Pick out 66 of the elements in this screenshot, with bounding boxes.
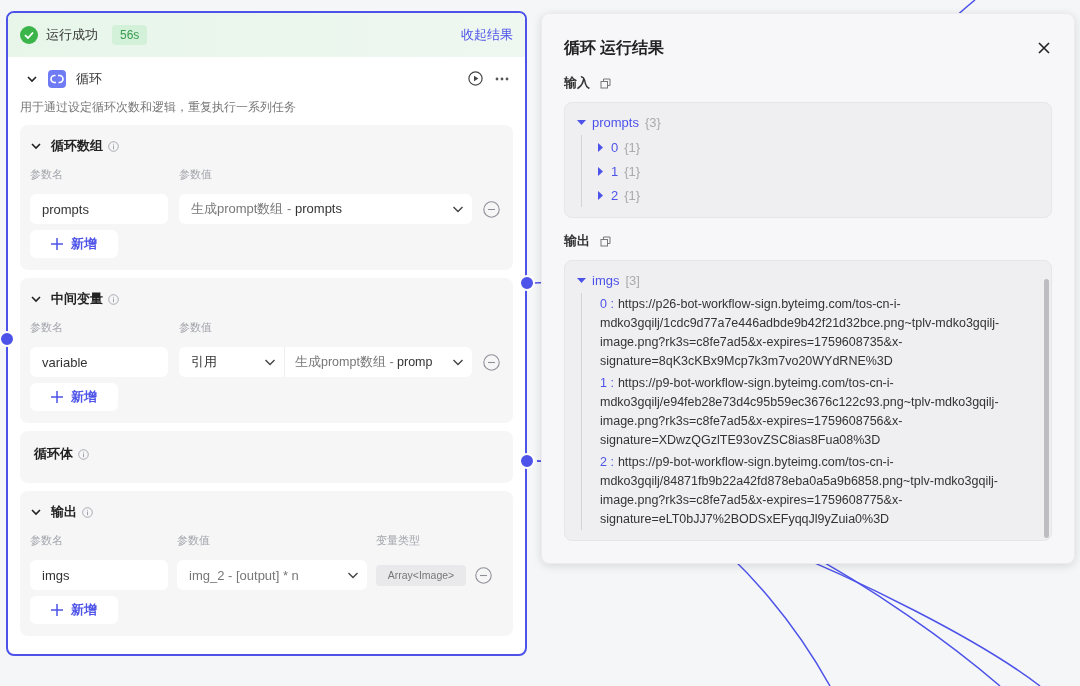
duration-badge: 56s <box>112 25 148 45</box>
play-icon[interactable] <box>468 71 483 86</box>
chevron-down-icon[interactable] <box>30 140 42 152</box>
plus-icon <box>51 391 63 403</box>
add-button[interactable]: 新增 <box>30 383 118 411</box>
triangle-right-icon[interactable] <box>596 142 605 152</box>
panel-title: 循环 运行结果 <box>564 37 665 58</box>
plus-icon <box>51 238 63 250</box>
column-label: 变量类型 <box>376 533 421 548</box>
item-count: [3] <box>625 272 640 288</box>
close-icon[interactable] <box>1038 42 1050 54</box>
name-field[interactable]: prompts <box>30 194 168 224</box>
tree-key[interactable]: imgs <box>592 272 620 288</box>
value-select[interactable]: img_2 - [output] * n <box>177 560 367 590</box>
section-label: 输出 <box>564 232 590 250</box>
column-label: 参数值 <box>179 320 213 335</box>
remove-icon[interactable] <box>483 200 500 218</box>
add-button[interactable]: 新增 <box>30 596 118 624</box>
chevron-down-icon[interactable] <box>30 506 42 518</box>
node-description: 用于通过设定循环次数和逻辑，重复执行一系列任务 <box>19 99 297 116</box>
copy-icon[interactable] <box>600 235 611 247</box>
copy-icon[interactable] <box>600 77 611 89</box>
tree-key[interactable]: prompts <box>592 114 639 130</box>
section-title: 中间变量 <box>51 290 103 308</box>
type-tag: Array<Image> <box>376 564 466 586</box>
column-label: 参数值 <box>179 167 213 182</box>
node-title: 循环 <box>76 69 102 88</box>
column-label: 参数名 <box>30 533 64 548</box>
add-button[interactable]: 新增 <box>30 230 118 258</box>
plus-icon <box>51 604 63 616</box>
triangle-down-icon[interactable] <box>577 117 586 127</box>
section-label: 输入 <box>564 74 590 92</box>
connection-port[interactable] <box>519 275 535 291</box>
column-label: 参数名 <box>30 320 64 335</box>
scrollbar[interactable] <box>1044 279 1049 538</box>
status-text: 运行成功 <box>46 26 98 44</box>
column-label: 参数值 <box>177 533 211 548</box>
connection-port[interactable] <box>519 453 535 469</box>
triangle-right-icon[interactable] <box>596 190 605 200</box>
collapse-results-link[interactable]: 收起结果 <box>461 26 513 44</box>
loop-icon <box>48 69 66 88</box>
value-select[interactable]: 生成prompt数组 - prompts <box>179 194 472 224</box>
value-select[interactable]: 生成prompt数组 - promp <box>285 347 472 377</box>
remove-icon[interactable] <box>483 353 500 371</box>
chevron-down-icon[interactable] <box>30 293 42 305</box>
triangle-right-icon[interactable] <box>596 166 605 176</box>
url-value-entry: 2 : https://p9-bot-workflow-sign.byteimg.com/tos-cn-i-mdko3gqilj/84871fb9b22a42fd878eba0a5a9b6858.png~tplv-mdko3gqilj-image.png?rk3s=c8fe7ad5&x-expires=1759608775&x-signature=eLT0bJJ7%2BODSxEFyqqJl9yZuia0%3D <box>599 454 999 528</box>
success-check-icon <box>20 26 38 44</box>
mode-select[interactable]: 引用 <box>179 347 285 377</box>
connection-port[interactable] <box>0 331 15 347</box>
remove-icon[interactable] <box>475 566 492 584</box>
section-title: 输出 <box>51 503 77 521</box>
tree-key[interactable]: 1 <box>611 163 619 179</box>
item-count: {1} <box>624 187 641 203</box>
triangle-down-icon[interactable] <box>577 275 586 285</box>
name-field[interactable]: variable <box>30 347 168 377</box>
tree-key[interactable]: 2 <box>611 187 619 203</box>
item-count: {1} <box>624 139 641 155</box>
section-title: 循环体 <box>34 445 73 463</box>
item-count: {1} <box>624 163 641 179</box>
name-field[interactable]: imgs <box>30 560 168 590</box>
section-title: 循环数组 <box>51 137 103 155</box>
column-label: 参数名 <box>30 167 64 182</box>
more-icon[interactable] <box>495 76 509 81</box>
item-count: {3} <box>644 114 661 130</box>
tree-key[interactable]: 0 <box>611 139 619 155</box>
